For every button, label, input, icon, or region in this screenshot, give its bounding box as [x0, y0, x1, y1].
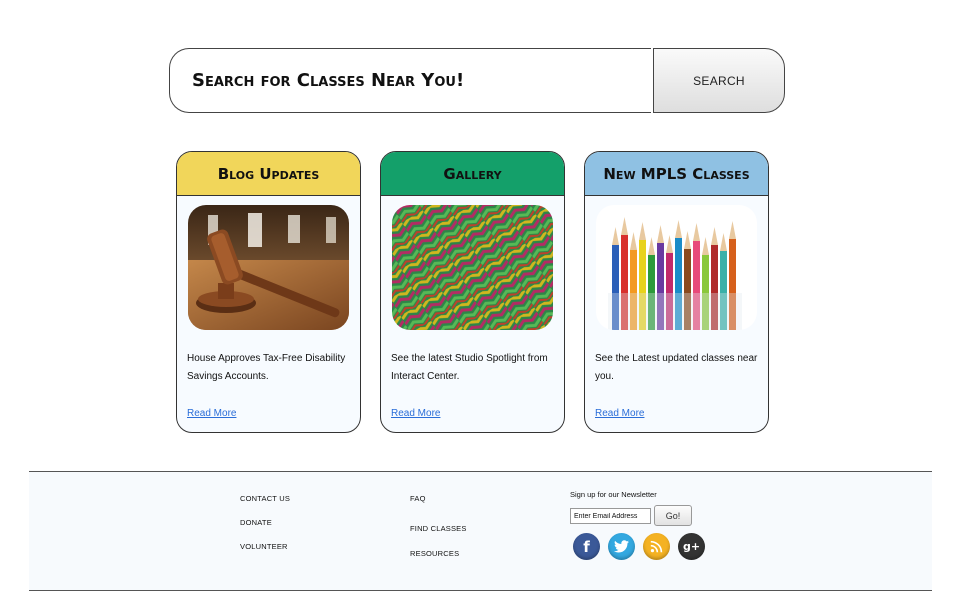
- faq-link[interactable]: FAQ: [410, 494, 426, 503]
- contact-us-link[interactable]: CONTACT US: [240, 494, 290, 503]
- gavel-image: [188, 205, 349, 330]
- card-description: See the Latest updated classes near you.: [595, 353, 758, 382]
- card-title: Gallery: [381, 152, 564, 196]
- blog-updates-card: Blog Updates House Approves Tax-Free Dis…: [176, 151, 361, 433]
- read-more-link[interactable]: Read More: [187, 408, 236, 419]
- search-input[interactable]: [169, 48, 651, 113]
- woven-artwork-image: [392, 205, 553, 330]
- new-classes-card: New MPLS Classes See the Latest updated …: [584, 151, 769, 433]
- rss-icon[interactable]: [643, 533, 670, 560]
- colored-pencils-image: [596, 205, 757, 330]
- read-more-link[interactable]: Read More: [595, 408, 644, 419]
- newsletter-go-button[interactable]: Go!: [654, 505, 692, 526]
- newsletter-email-input[interactable]: [570, 508, 651, 524]
- volunteer-link[interactable]: VOLUNTEER: [240, 542, 288, 551]
- card-title: New MPLS Classes: [585, 152, 768, 196]
- read-more-link[interactable]: Read More: [391, 408, 440, 419]
- resources-link[interactable]: RESOURCES: [410, 549, 459, 558]
- footer: CONTACT US DONATE VOLUNTEER FAQ FIND CLA…: [29, 471, 932, 591]
- card-title: Blog Updates: [177, 152, 360, 196]
- facebook-icon[interactable]: f: [573, 533, 600, 560]
- gallery-card: Gallery See the latest Studio Spotlight …: [380, 151, 565, 433]
- search-button[interactable]: SEARCH: [653, 48, 785, 113]
- google-plus-icon[interactable]: g+: [678, 533, 705, 560]
- card-description: See the latest Studio Spotlight from Int…: [391, 353, 548, 382]
- donate-link[interactable]: DONATE: [240, 518, 272, 527]
- twitter-icon[interactable]: [608, 533, 635, 560]
- find-classes-link[interactable]: FIND CLASSES: [410, 524, 467, 533]
- card-description: House Approves Tax-Free Disability Savin…: [187, 353, 346, 382]
- newsletter-label: Sign up for our Newsletter: [570, 490, 657, 499]
